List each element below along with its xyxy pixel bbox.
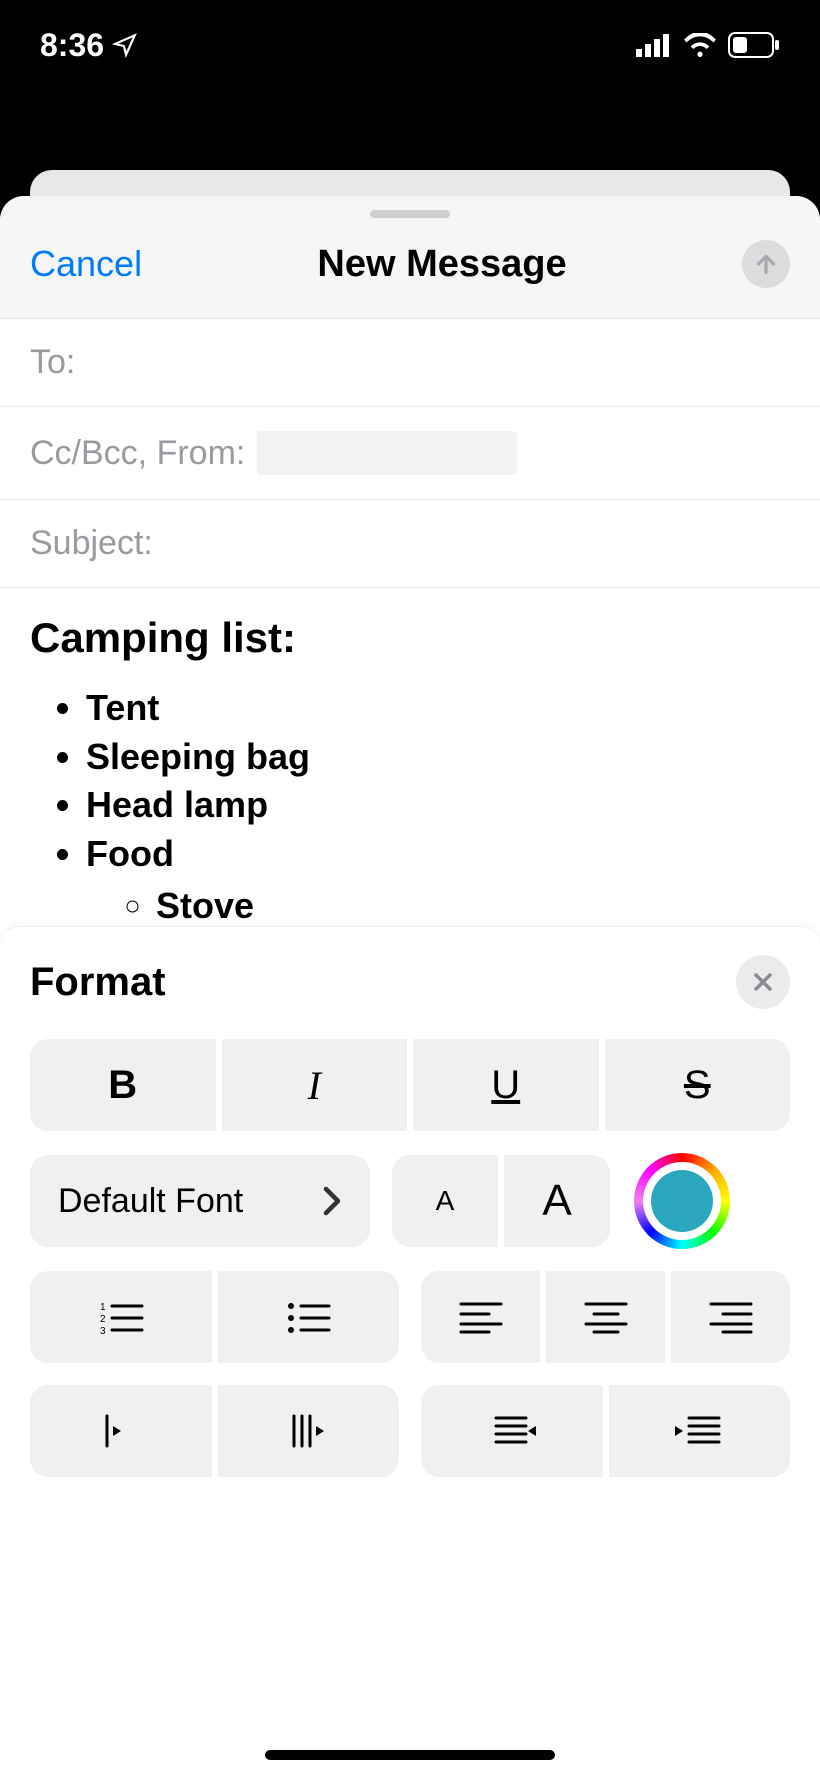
home-indicator[interactable]	[265, 1750, 555, 1760]
from-address-redacted	[257, 431, 517, 475]
bulleted-list-icon	[285, 1298, 331, 1336]
ltr-icon	[101, 1412, 141, 1450]
to-label: To:	[30, 343, 75, 382]
svg-text:3: 3	[100, 1326, 106, 1336]
sheet-title: New Message	[317, 243, 566, 286]
list-item: Tent	[86, 684, 790, 733]
font-picker-label: Default Font	[58, 1182, 243, 1221]
list-item: Head lamp	[86, 781, 790, 830]
wifi-icon	[684, 33, 716, 57]
decrease-indent-button[interactable]	[421, 1385, 603, 1477]
bold-button[interactable]: B	[30, 1039, 216, 1131]
subject-label: Subject:	[30, 524, 153, 563]
text-style-row: B I U S	[30, 1039, 790, 1131]
list-item-label: Stove	[156, 885, 254, 926]
cellular-signal-icon	[636, 33, 672, 57]
format-panel: Format B I U S Default Font A	[0, 926, 820, 1776]
location-arrow-icon	[112, 32, 138, 58]
to-field[interactable]: To:	[0, 319, 820, 407]
font-picker-button[interactable]: Default Font	[30, 1155, 370, 1247]
svg-text:2: 2	[100, 1314, 106, 1325]
send-button[interactable]	[742, 240, 790, 288]
increase-font-size-button[interactable]: A	[504, 1155, 610, 1247]
list-item-label: Food	[86, 833, 174, 874]
compose-sheet: Cancel New Message To: Cc/Bcc, From: Sub…	[0, 196, 820, 1776]
body-heading: Camping list:	[30, 614, 790, 662]
outdent-icon	[486, 1413, 538, 1449]
close-format-button[interactable]	[736, 955, 790, 1009]
svg-text:1: 1	[100, 1302, 106, 1313]
format-title: Format	[30, 960, 166, 1005]
list-item: Sleeping bag	[86, 733, 790, 782]
indent-icon	[673, 1413, 725, 1449]
status-bar: 8:36	[0, 0, 820, 90]
underline-button[interactable]: U	[413, 1039, 599, 1131]
rtl-icon	[286, 1412, 330, 1450]
current-color-swatch	[651, 1170, 713, 1232]
numbered-list-icon: 123	[98, 1298, 144, 1336]
strikethrough-button[interactable]: S	[605, 1039, 791, 1131]
text-direction-ltr-button[interactable]	[30, 1385, 212, 1477]
battery-icon	[728, 32, 780, 58]
align-left-icon	[459, 1300, 503, 1334]
align-right-icon	[709, 1300, 753, 1334]
ccbcc-field[interactable]: Cc/Bcc, From:	[0, 407, 820, 500]
increase-indent-button[interactable]	[609, 1385, 791, 1477]
subject-field[interactable]: Subject:	[0, 500, 820, 588]
close-icon	[751, 970, 775, 994]
sheet-grabber[interactable]	[370, 210, 450, 218]
numbered-list-button[interactable]: 123	[30, 1271, 212, 1363]
status-time: 8:36	[40, 27, 138, 64]
align-left-button[interactable]	[421, 1271, 540, 1363]
cancel-button[interactable]: Cancel	[30, 243, 142, 285]
align-right-button[interactable]	[671, 1271, 790, 1363]
align-center-icon	[584, 1300, 628, 1334]
status-time-text: 8:36	[40, 27, 104, 64]
text-color-button[interactable]	[634, 1153, 730, 1249]
text-direction-rtl-button[interactable]	[218, 1385, 400, 1477]
align-center-button[interactable]	[546, 1271, 665, 1363]
ccbcc-label: Cc/Bcc, From:	[30, 434, 245, 473]
arrow-up-icon	[753, 251, 779, 277]
chevron-right-icon	[322, 1186, 342, 1216]
bulleted-list-button[interactable]	[218, 1271, 400, 1363]
decrease-font-size-button[interactable]: A	[392, 1155, 498, 1247]
italic-button[interactable]: I	[222, 1039, 408, 1131]
